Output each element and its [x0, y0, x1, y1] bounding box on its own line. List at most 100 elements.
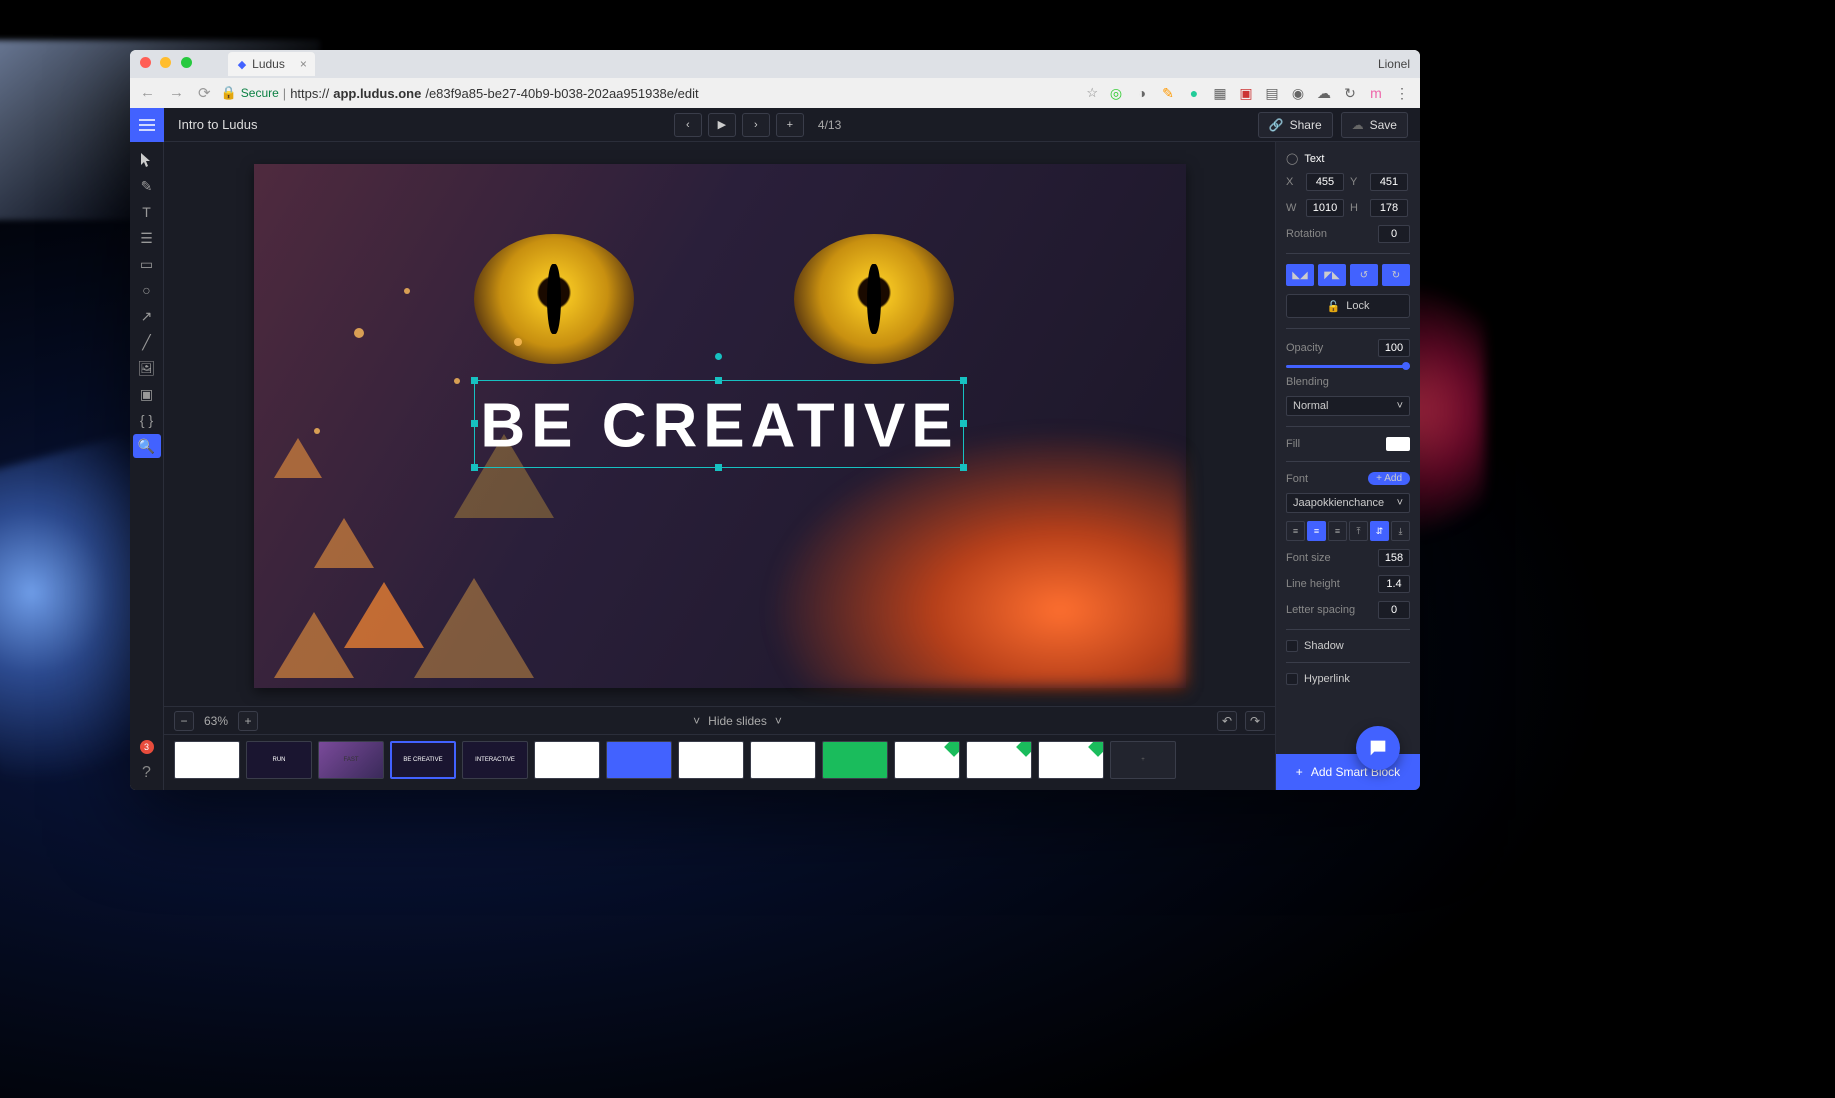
y-input[interactable] [1370, 173, 1408, 191]
font-family-select[interactable]: Jaapokkienchance ˅ [1286, 493, 1410, 513]
ext-icon[interactable]: ▤ [1264, 85, 1280, 101]
fill-swatch[interactable] [1386, 437, 1410, 451]
opacity-input[interactable] [1378, 339, 1410, 357]
pen-tool[interactable]: ✎ [133, 174, 161, 198]
add-smart-block-button[interactable]: + Add Smart Block [1276, 754, 1420, 790]
slide-thumbnail[interactable]: RUN [246, 741, 312, 779]
shadow-row[interactable]: Shadow [1286, 640, 1410, 652]
canvas-area[interactable]: BE CREATIVE [164, 142, 1275, 706]
ext-icon[interactable]: ▣ [1238, 85, 1254, 101]
forward-icon[interactable]: → [169, 84, 184, 102]
share-button[interactable]: 🔗 Share [1258, 112, 1333, 138]
select-tool[interactable] [133, 148, 161, 172]
close-tab-icon[interactable]: × [300, 57, 307, 71]
align-center-button[interactable]: ≡ [1307, 521, 1326, 541]
video-tool[interactable]: ▣ [133, 382, 161, 406]
hyperlink-checkbox[interactable] [1286, 673, 1298, 685]
next-slide-button[interactable]: › [742, 113, 770, 137]
selection-box[interactable] [474, 380, 964, 468]
slide[interactable]: BE CREATIVE [254, 164, 1186, 688]
opacity-slider[interactable] [1286, 365, 1410, 368]
ext-icon[interactable]: m [1368, 85, 1384, 101]
secure-label: Secure [241, 86, 279, 100]
browser-tab[interactable]: ◆ Ludus × [228, 52, 315, 76]
shadow-checkbox[interactable] [1286, 640, 1298, 652]
lock-button[interactable]: 🔓 Lock [1286, 294, 1410, 318]
add-slide-button[interactable]: + [776, 113, 804, 137]
align-left-button[interactable]: ≡ [1286, 521, 1305, 541]
hyperlink-row[interactable]: Hyperlink [1286, 673, 1410, 685]
redo-button[interactable]: ↷ [1245, 711, 1265, 731]
slide-thumbnail[interactable] [1038, 741, 1104, 779]
browser-profile[interactable]: Lionel [1378, 57, 1410, 71]
slide-thumbnail[interactable]: INTERACTIVE [462, 741, 528, 779]
browser-menu-icon[interactable]: ⋮ [1394, 85, 1410, 101]
ext-icon[interactable]: ✎ [1160, 85, 1176, 101]
align-right-button[interactable]: ≡ [1328, 521, 1347, 541]
h-input[interactable] [1370, 199, 1408, 217]
notification-badge[interactable]: 3 [140, 740, 154, 754]
browser-window: ◆ Ludus × Lionel ← → ⟳ 🔒 Secure | https:… [130, 50, 1420, 790]
text-tool[interactable]: T [133, 200, 161, 224]
arrow-tool[interactable]: ↗ [133, 304, 161, 328]
slide-thumbnail[interactable] [894, 741, 960, 779]
code-tool[interactable]: { } [133, 408, 161, 432]
circle-tool[interactable]: ○ [133, 278, 161, 302]
slide-thumbnail[interactable] [678, 741, 744, 779]
minimize-window-icon[interactable] [160, 57, 171, 68]
add-font-button[interactable]: + Add [1368, 472, 1410, 485]
slide-thumbnail[interactable] [174, 741, 240, 779]
slide-thumbnail[interactable]: BE CREATIVE [390, 741, 456, 779]
zoom-in-button[interactable]: + [238, 711, 258, 731]
rectangle-tool[interactable]: ▭ [133, 252, 161, 276]
ext-icon[interactable]: ◉ [1290, 85, 1306, 101]
ext-icon[interactable]: ☁ [1316, 85, 1332, 101]
slide-thumbnail[interactable] [750, 741, 816, 779]
rotate-cw-button[interactable]: ↻ [1382, 264, 1410, 286]
maximize-window-icon[interactable] [181, 57, 192, 68]
letter-spacing-input[interactable] [1378, 601, 1410, 619]
rotate-ccw-button[interactable]: ↺ [1350, 264, 1378, 286]
x-input[interactable] [1306, 173, 1344, 191]
flip-v-button[interactable]: ◤◣ [1318, 264, 1346, 286]
reload-icon[interactable]: ⟳ [198, 84, 211, 102]
ext-icon[interactable]: ▦ [1212, 85, 1228, 101]
flip-h-button[interactable]: ◣◢ [1286, 264, 1314, 286]
zoom-out-button[interactable]: − [174, 711, 194, 731]
help-icon[interactable]: ? [142, 764, 151, 782]
prev-slide-button[interactable]: ‹ [674, 113, 702, 137]
save-button[interactable]: ☁ Save [1341, 112, 1408, 138]
blending-select[interactable]: Normal ˅ [1286, 396, 1410, 416]
slide-thumbnail[interactable] [534, 741, 600, 779]
valign-middle-button[interactable]: ⇵ [1370, 521, 1389, 541]
search-tool[interactable]: 🔍 [133, 434, 161, 458]
image-tool[interactable]: 🖼 [133, 356, 161, 380]
undo-button[interactable]: ↶ [1217, 711, 1237, 731]
list-tool[interactable]: ☰ [133, 226, 161, 250]
slide-thumbnail[interactable] [606, 741, 672, 779]
slide-thumbnail[interactable]: FAST [318, 741, 384, 779]
hide-slides-toggle[interactable]: ˅ Hide slides ˅ [693, 714, 782, 728]
bookmark-icon[interactable]: ☆ [1086, 85, 1098, 101]
close-window-icon[interactable] [140, 57, 151, 68]
valign-bottom-button[interactable]: ⤓ [1391, 521, 1410, 541]
ext-icon[interactable]: ◎ [1108, 85, 1124, 101]
rotation-input[interactable] [1378, 225, 1410, 243]
valign-top-button[interactable]: ⤒ [1349, 521, 1368, 541]
w-input[interactable] [1306, 199, 1344, 217]
slide-thumbnail[interactable] [822, 741, 888, 779]
line-height-input[interactable] [1378, 575, 1410, 593]
presentation-title[interactable]: Intro to Ludus [178, 117, 258, 132]
ext-icon[interactable]: ◑ [1134, 85, 1150, 101]
slide-thumbnail[interactable]: + [1110, 741, 1176, 779]
intercom-chat-button[interactable] [1356, 726, 1400, 770]
slide-thumbnail[interactable] [966, 741, 1032, 779]
ext-icon[interactable]: ↻ [1342, 85, 1358, 101]
back-icon[interactable]: ← [140, 84, 155, 102]
hamburger-menu-button[interactable] [130, 108, 164, 142]
play-button[interactable]: ▶ [708, 113, 736, 137]
font-size-input[interactable] [1378, 549, 1410, 567]
url-field[interactable]: 🔒 Secure | https://app.ludus.one/e83f9a8… [221, 85, 1077, 101]
ext-icon[interactable]: ● [1186, 85, 1202, 101]
line-tool[interactable]: ╱ [133, 330, 161, 354]
